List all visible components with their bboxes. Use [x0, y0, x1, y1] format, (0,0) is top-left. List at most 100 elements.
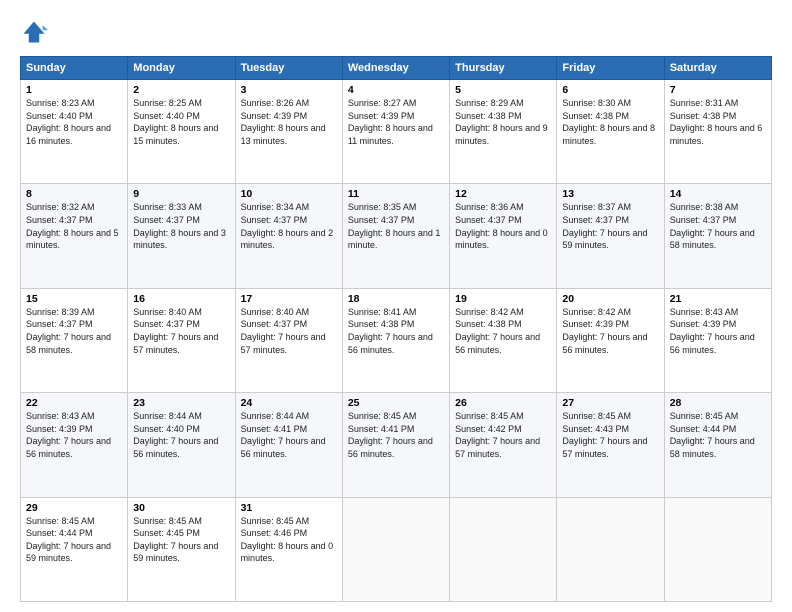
day-number: 22	[26, 397, 122, 409]
calendar-cell: 13Sunrise: 8:37 AM Sunset: 4:37 PM Dayli…	[557, 184, 664, 288]
day-info: Sunrise: 8:39 AM Sunset: 4:37 PM Dayligh…	[26, 306, 122, 356]
calendar-cell: 10Sunrise: 8:34 AM Sunset: 4:37 PM Dayli…	[235, 184, 342, 288]
day-number: 24	[241, 397, 337, 409]
calendar-header-row: SundayMondayTuesdayWednesdayThursdayFrid…	[21, 57, 772, 80]
calendar-cell: 28Sunrise: 8:45 AM Sunset: 4:44 PM Dayli…	[664, 393, 771, 497]
day-number: 19	[455, 293, 551, 305]
day-number: 15	[26, 293, 122, 305]
day-number: 7	[670, 84, 766, 96]
day-number: 18	[348, 293, 444, 305]
day-info: Sunrise: 8:45 AM Sunset: 4:41 PM Dayligh…	[348, 410, 444, 460]
calendar-cell: 23Sunrise: 8:44 AM Sunset: 4:40 PM Dayli…	[128, 393, 235, 497]
day-number: 16	[133, 293, 229, 305]
calendar-week-row: 29Sunrise: 8:45 AM Sunset: 4:44 PM Dayli…	[21, 497, 772, 601]
weekday-header: Saturday	[664, 57, 771, 80]
day-number: 17	[241, 293, 337, 305]
calendar-cell: 4Sunrise: 8:27 AM Sunset: 4:39 PM Daylig…	[342, 80, 449, 184]
day-info: Sunrise: 8:45 AM Sunset: 4:44 PM Dayligh…	[26, 515, 122, 565]
calendar-cell: 20Sunrise: 8:42 AM Sunset: 4:39 PM Dayli…	[557, 288, 664, 392]
day-number: 11	[348, 188, 444, 200]
logo-icon	[20, 18, 48, 46]
weekday-header: Friday	[557, 57, 664, 80]
day-number: 2	[133, 84, 229, 96]
calendar-cell: 9Sunrise: 8:33 AM Sunset: 4:37 PM Daylig…	[128, 184, 235, 288]
calendar-cell: 24Sunrise: 8:44 AM Sunset: 4:41 PM Dayli…	[235, 393, 342, 497]
day-number: 23	[133, 397, 229, 409]
calendar-cell: 16Sunrise: 8:40 AM Sunset: 4:37 PM Dayli…	[128, 288, 235, 392]
day-info: Sunrise: 8:31 AM Sunset: 4:38 PM Dayligh…	[670, 97, 766, 147]
logo	[20, 18, 52, 46]
calendar-cell	[450, 497, 557, 601]
day-info: Sunrise: 8:35 AM Sunset: 4:37 PM Dayligh…	[348, 201, 444, 251]
day-info: Sunrise: 8:44 AM Sunset: 4:40 PM Dayligh…	[133, 410, 229, 460]
calendar-cell: 30Sunrise: 8:45 AM Sunset: 4:45 PM Dayli…	[128, 497, 235, 601]
calendar-cell: 6Sunrise: 8:30 AM Sunset: 4:38 PM Daylig…	[557, 80, 664, 184]
calendar-cell: 18Sunrise: 8:41 AM Sunset: 4:38 PM Dayli…	[342, 288, 449, 392]
day-number: 29	[26, 502, 122, 514]
day-number: 1	[26, 84, 122, 96]
day-number: 10	[241, 188, 337, 200]
calendar-cell: 11Sunrise: 8:35 AM Sunset: 4:37 PM Dayli…	[342, 184, 449, 288]
calendar-week-row: 1Sunrise: 8:23 AM Sunset: 4:40 PM Daylig…	[21, 80, 772, 184]
day-info: Sunrise: 8:42 AM Sunset: 4:39 PM Dayligh…	[562, 306, 658, 356]
calendar-cell: 22Sunrise: 8:43 AM Sunset: 4:39 PM Dayli…	[21, 393, 128, 497]
day-number: 26	[455, 397, 551, 409]
weekday-header: Wednesday	[342, 57, 449, 80]
calendar-cell: 7Sunrise: 8:31 AM Sunset: 4:38 PM Daylig…	[664, 80, 771, 184]
calendar-cell: 19Sunrise: 8:42 AM Sunset: 4:38 PM Dayli…	[450, 288, 557, 392]
header	[20, 18, 772, 46]
calendar-cell	[557, 497, 664, 601]
day-number: 20	[562, 293, 658, 305]
day-number: 6	[562, 84, 658, 96]
day-info: Sunrise: 8:36 AM Sunset: 4:37 PM Dayligh…	[455, 201, 551, 251]
weekday-header: Monday	[128, 57, 235, 80]
calendar-cell: 25Sunrise: 8:45 AM Sunset: 4:41 PM Dayli…	[342, 393, 449, 497]
weekday-header: Thursday	[450, 57, 557, 80]
day-info: Sunrise: 8:37 AM Sunset: 4:37 PM Dayligh…	[562, 201, 658, 251]
calendar-cell: 8Sunrise: 8:32 AM Sunset: 4:37 PM Daylig…	[21, 184, 128, 288]
day-info: Sunrise: 8:25 AM Sunset: 4:40 PM Dayligh…	[133, 97, 229, 147]
calendar-week-row: 22Sunrise: 8:43 AM Sunset: 4:39 PM Dayli…	[21, 393, 772, 497]
day-info: Sunrise: 8:45 AM Sunset: 4:44 PM Dayligh…	[670, 410, 766, 460]
day-number: 31	[241, 502, 337, 514]
calendar-cell: 12Sunrise: 8:36 AM Sunset: 4:37 PM Dayli…	[450, 184, 557, 288]
calendar-cell: 31Sunrise: 8:45 AM Sunset: 4:46 PM Dayli…	[235, 497, 342, 601]
calendar-cell: 5Sunrise: 8:29 AM Sunset: 4:38 PM Daylig…	[450, 80, 557, 184]
day-info: Sunrise: 8:45 AM Sunset: 4:43 PM Dayligh…	[562, 410, 658, 460]
day-number: 30	[133, 502, 229, 514]
day-number: 5	[455, 84, 551, 96]
day-info: Sunrise: 8:45 AM Sunset: 4:42 PM Dayligh…	[455, 410, 551, 460]
calendar-cell	[664, 497, 771, 601]
day-info: Sunrise: 8:34 AM Sunset: 4:37 PM Dayligh…	[241, 201, 337, 251]
day-info: Sunrise: 8:29 AM Sunset: 4:38 PM Dayligh…	[455, 97, 551, 147]
calendar-week-row: 8Sunrise: 8:32 AM Sunset: 4:37 PM Daylig…	[21, 184, 772, 288]
calendar-week-row: 15Sunrise: 8:39 AM Sunset: 4:37 PM Dayli…	[21, 288, 772, 392]
calendar-cell: 2Sunrise: 8:25 AM Sunset: 4:40 PM Daylig…	[128, 80, 235, 184]
day-number: 28	[670, 397, 766, 409]
day-info: Sunrise: 8:40 AM Sunset: 4:37 PM Dayligh…	[241, 306, 337, 356]
day-number: 21	[670, 293, 766, 305]
day-number: 9	[133, 188, 229, 200]
day-info: Sunrise: 8:38 AM Sunset: 4:37 PM Dayligh…	[670, 201, 766, 251]
day-info: Sunrise: 8:42 AM Sunset: 4:38 PM Dayligh…	[455, 306, 551, 356]
calendar-cell: 29Sunrise: 8:45 AM Sunset: 4:44 PM Dayli…	[21, 497, 128, 601]
calendar-cell: 27Sunrise: 8:45 AM Sunset: 4:43 PM Dayli…	[557, 393, 664, 497]
calendar-cell: 15Sunrise: 8:39 AM Sunset: 4:37 PM Dayli…	[21, 288, 128, 392]
weekday-header: Sunday	[21, 57, 128, 80]
day-info: Sunrise: 8:23 AM Sunset: 4:40 PM Dayligh…	[26, 97, 122, 147]
day-info: Sunrise: 8:44 AM Sunset: 4:41 PM Dayligh…	[241, 410, 337, 460]
calendar-cell: 3Sunrise: 8:26 AM Sunset: 4:39 PM Daylig…	[235, 80, 342, 184]
day-info: Sunrise: 8:45 AM Sunset: 4:45 PM Dayligh…	[133, 515, 229, 565]
day-info: Sunrise: 8:43 AM Sunset: 4:39 PM Dayligh…	[26, 410, 122, 460]
calendar-cell: 17Sunrise: 8:40 AM Sunset: 4:37 PM Dayli…	[235, 288, 342, 392]
day-info: Sunrise: 8:27 AM Sunset: 4:39 PM Dayligh…	[348, 97, 444, 147]
day-number: 3	[241, 84, 337, 96]
day-number: 8	[26, 188, 122, 200]
calendar-cell: 21Sunrise: 8:43 AM Sunset: 4:39 PM Dayli…	[664, 288, 771, 392]
calendar-table: SundayMondayTuesdayWednesdayThursdayFrid…	[20, 56, 772, 602]
calendar-cell: 1Sunrise: 8:23 AM Sunset: 4:40 PM Daylig…	[21, 80, 128, 184]
day-info: Sunrise: 8:45 AM Sunset: 4:46 PM Dayligh…	[241, 515, 337, 565]
calendar-cell	[342, 497, 449, 601]
day-info: Sunrise: 8:41 AM Sunset: 4:38 PM Dayligh…	[348, 306, 444, 356]
day-info: Sunrise: 8:26 AM Sunset: 4:39 PM Dayligh…	[241, 97, 337, 147]
